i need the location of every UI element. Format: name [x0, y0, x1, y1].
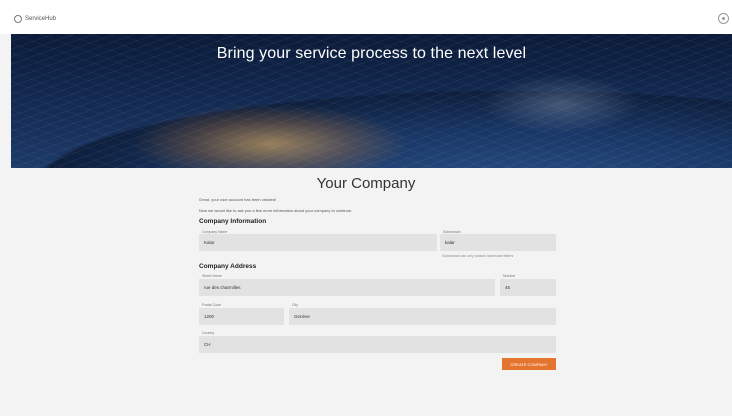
- hero-banner: Bring your service process to the next l…: [11, 34, 732, 168]
- number-field[interactable]: [500, 279, 556, 296]
- company-name-field[interactable]: [199, 234, 437, 251]
- logo-icon: [14, 15, 22, 23]
- top-bar: ServiceHub: [0, 0, 732, 34]
- page-title: Your Company: [316, 175, 416, 192]
- number-label: Number: [503, 274, 516, 278]
- postal-code-label: Postal Code: [202, 303, 222, 307]
- create-company-button[interactable]: CREATE COMPANY: [502, 358, 556, 370]
- postal-code-field[interactable]: [199, 308, 284, 325]
- hero-title: Bring your service process to the next l…: [216, 45, 527, 62]
- hero-glow: [131, 104, 411, 168]
- intro-text-line1: Great, your user account has been create…: [199, 197, 277, 202]
- subdomain-hint: Subdomain can only contain lowercase let…: [442, 254, 514, 258]
- subdomain-field[interactable]: [440, 234, 556, 251]
- company-address-heading: Company Address: [199, 263, 257, 270]
- company-form: Your Company Great, your user account ha…: [0, 168, 732, 416]
- gear-icon[interactable]: [718, 13, 729, 24]
- hero-glow-secondary: [481, 74, 641, 134]
- street-name-field[interactable]: [199, 279, 495, 296]
- city-label: City: [292, 303, 299, 307]
- country-label: Country: [202, 331, 215, 335]
- city-field[interactable]: [289, 308, 556, 325]
- brand-name: ServiceHub: [25, 16, 57, 22]
- company-information-heading: Company Information: [199, 218, 267, 225]
- intro-text-line2: Now we would like to ask you a few more …: [199, 208, 353, 213]
- brand-logo[interactable]: ServiceHub: [14, 15, 56, 23]
- street-name-label: Street Name: [202, 274, 222, 278]
- country-field[interactable]: [199, 336, 556, 353]
